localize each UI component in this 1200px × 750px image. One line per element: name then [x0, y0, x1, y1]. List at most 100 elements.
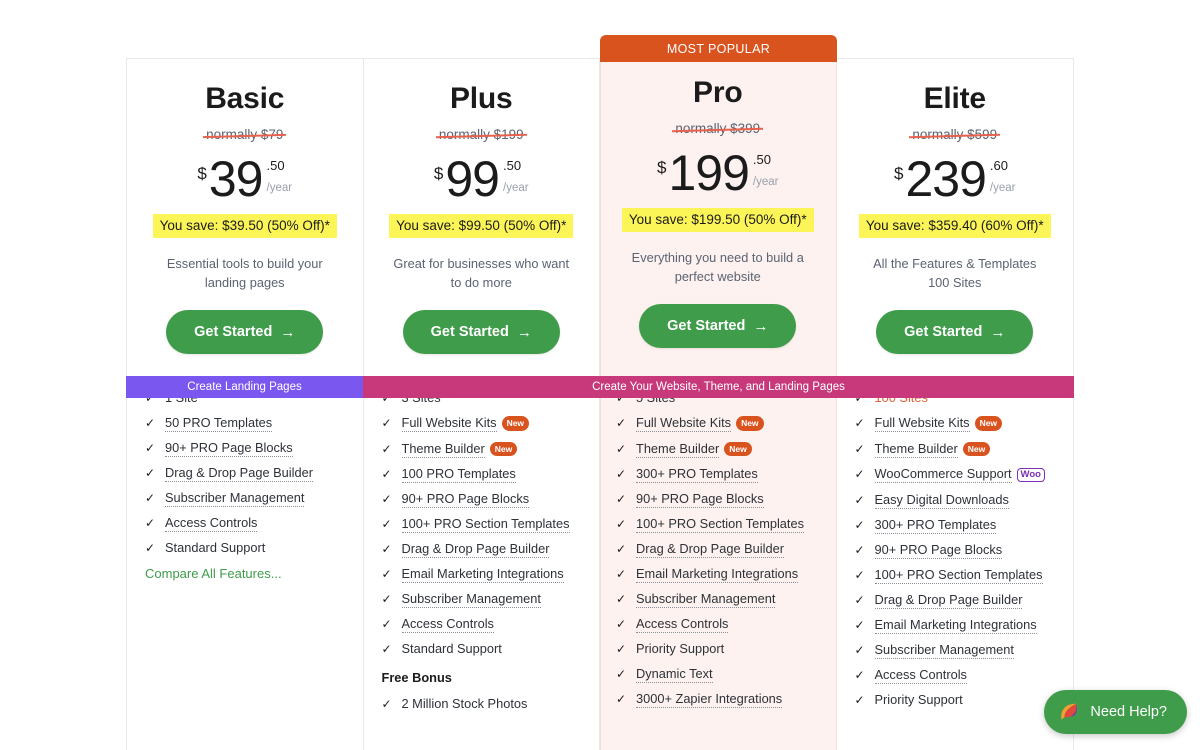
arrow-right-icon: → — [280, 323, 296, 341]
price-cents: .60 — [989, 158, 1008, 173]
feature-item[interactable]: ✓ Subscriber Management — [855, 641, 1074, 659]
feature-label: Priority Support — [874, 691, 963, 707]
feature-item[interactable]: ✓ 3000+ Zapier Integrations — [616, 691, 836, 708]
feature-item[interactable]: ✓ WooCommerce Support Woo — [854, 466, 1074, 483]
pricing-table: Basic normally $79 $39.50/year You save: $3… — [126, 58, 1074, 750]
feature-text-holder: 90+ PRO Page Blocks — [401, 491, 530, 508]
check-icon: ✓ — [145, 491, 156, 505]
feature-text-holder: Priority Support — [874, 691, 963, 707]
feature-item[interactable]: ✓ Email Marketing Integrations — [855, 616, 1074, 634]
need-help-chat-button[interactable]: Need Help? — [1044, 690, 1187, 734]
feature-label: Access Controls — [636, 616, 729, 633]
feature-label: 90+ PRO Page Blocks — [165, 440, 293, 457]
feature-item[interactable]: ✓ Theme Builder New — [616, 440, 836, 458]
feature-text-holder: Subscriber Management — [165, 490, 305, 507]
feature-item[interactable]: ✓ Easy Digital Downloads — [855, 491, 1074, 509]
feature-text-holder: Standard Support — [165, 541, 265, 555]
feature-item[interactable]: ✓ Subscriber Management — [616, 591, 836, 608]
feature-item[interactable]: ✓ 100+ PRO Section Templates — [381, 516, 600, 533]
feature-item[interactable]: ✓ Full Website Kits New — [382, 415, 600, 432]
plan-description: All the Features & Templates 100 Sites — [873, 256, 1037, 290]
feature-item[interactable]: ✓ Access Controls — [145, 515, 363, 532]
feature-item[interactable]: ✓ 90+ PRO Page Blocks — [616, 491, 836, 508]
feature-label: 2 Million Stock Photos — [401, 696, 528, 711]
check-icon: ✓ — [381, 617, 392, 631]
feature-item[interactable]: ✓ 100 PRO Templates — [382, 466, 600, 483]
feature-item[interactable]: ✓ Access Controls — [381, 616, 600, 633]
check-icon: ✓ — [381, 697, 392, 711]
feature-text-holder: Subscriber Management — [636, 591, 776, 608]
feature-text-holder: Full Website Kits New — [636, 415, 764, 432]
compare-all-features-link[interactable]: Compare All Features... — [145, 566, 363, 581]
feature-label: Theme Builder — [636, 440, 720, 458]
price-fraction: .50/year — [753, 148, 779, 188]
price-fraction: .50/year — [503, 154, 529, 194]
get-started-button[interactable]: Get Started → — [639, 304, 797, 348]
check-icon: ✓ — [854, 517, 865, 532]
plan-header: Plus normally $199 $99.50/year You save: $9… — [364, 59, 600, 369]
check-icon: ✓ — [381, 441, 392, 456]
feature-item[interactable]: ✓ 100+ PRO Section Templates — [855, 566, 1074, 584]
feature-item[interactable]: ✓ Dynamic Text — [616, 666, 836, 683]
feature-label: Drag & Drop Page Builder — [636, 541, 784, 558]
pricing-column-basic: Basic normally $79 $39.50/year You save: $3… — [127, 59, 364, 750]
feature-list: ✓5 Sites✓Full Website KitsNew✓Theme Buil… — [600, 369, 836, 708]
feature-text-holder: 100+ PRO Section Templates — [636, 516, 804, 533]
feature-item[interactable]: ✓ Theme Builder New — [855, 440, 1074, 458]
price-row: $199.50/year — [600, 148, 836, 198]
feature-item[interactable]: ✓ Subscriber Management — [145, 490, 363, 507]
feature-item[interactable]: ✓ Theme Builder New — [381, 440, 600, 458]
feature-item[interactable]: ✓ 300+ PRO Templates — [854, 516, 1074, 534]
feature-label: Subscriber Management — [636, 591, 776, 608]
check-icon: ✓ — [616, 667, 627, 681]
feature-label: Drag & Drop Page Builder — [874, 591, 1023, 609]
feature-label: Email Marketing Integrations — [874, 616, 1037, 634]
banner-label: Create Your Website, Theme, and Landing … — [592, 381, 845, 393]
feature-item[interactable]: ✓ Subscriber Management — [382, 591, 600, 608]
feature-item[interactable]: ✓ 100+ PRO Section Templates — [616, 516, 836, 533]
check-icon: ✓ — [616, 642, 627, 656]
feature-item[interactable]: ✓ 90+ PRO Page Blocks — [145, 440, 363, 457]
feature-item[interactable]: ✓ Access Controls — [616, 616, 836, 633]
feature-item[interactable]: ✓ Drag & Drop Page Builder — [616, 541, 836, 558]
price-fraction: .50/year — [267, 154, 293, 194]
feature-item[interactable]: ✓ Drag & Drop Page Builder — [382, 541, 600, 558]
feature-item[interactable]: ✓ 50 PRO Templates — [145, 415, 363, 432]
check-icon: ✓ — [616, 617, 627, 631]
savings-badge: You save: $99.50 (50% Off)* — [389, 214, 574, 238]
check-icon: ✓ — [854, 467, 865, 481]
price-cents: .50 — [503, 158, 522, 173]
get-started-button[interactable]: Get Started → — [166, 310, 324, 354]
feature-item[interactable]: ✓ Access Controls — [855, 666, 1074, 684]
plan-header: Pro normally $399 $199.50/year You save: $1… — [600, 59, 836, 369]
feature-label: Priority Support — [636, 641, 725, 656]
feature-text-holder: 90+ PRO Page Blocks — [165, 440, 293, 457]
feature-item[interactable]: ✓ 90+ PRO Page Blocks — [855, 541, 1074, 559]
currency-symbol: $ — [894, 164, 904, 183]
feature-item[interactable]: ✓ 300+ PRO Templates — [616, 466, 836, 483]
check-icon: ✓ — [854, 416, 865, 430]
feature-item: ✓ 2 Million Stock Photos — [381, 696, 600, 712]
original-price: normally $599 — [912, 127, 998, 142]
feature-item[interactable]: ✓ Email Marketing Integrations — [381, 566, 600, 583]
feature-item[interactable]: ✓ Email Marketing Integrations — [616, 566, 836, 583]
get-started-button[interactable]: Get Started → — [876, 310, 1034, 354]
feature-label: 100+ PRO Section Templates — [636, 516, 804, 533]
feature-list: ✓100 Sites✓Full Website KitsNew✓Theme Bu… — [837, 369, 1074, 707]
feature-item[interactable]: ✓ 90+ PRO Page Blocks — [382, 491, 600, 508]
feature-item[interactable]: ✓ Full Website Kits New — [616, 415, 836, 432]
feature-item[interactable]: ✓ Drag & Drop Page Builder — [855, 591, 1074, 609]
check-icon: ✓ — [381, 567, 392, 581]
check-icon: ✓ — [145, 466, 156, 480]
currency-symbol: $ — [433, 164, 444, 183]
pricing-page: MOST POPULAR Basic normally $79 $39.50/yea… — [0, 0, 1200, 750]
feature-label: Standard Support — [165, 540, 266, 555]
feature-label: Subscriber Management — [874, 641, 1014, 659]
feature-item[interactable]: ✓ Drag & Drop Page Builder — [145, 465, 363, 482]
feature-text-holder: Drag & Drop Page Builder — [401, 541, 550, 558]
feature-item[interactable]: ✓ Full Website Kits New — [854, 415, 1074, 432]
check-icon: ✓ — [381, 517, 392, 531]
feature-text-holder: 3000+ Zapier Integrations — [636, 691, 783, 708]
get-started-button[interactable]: Get Started → — [402, 310, 560, 354]
plan-description: Everything you need to build a perfect w… — [631, 250, 804, 284]
